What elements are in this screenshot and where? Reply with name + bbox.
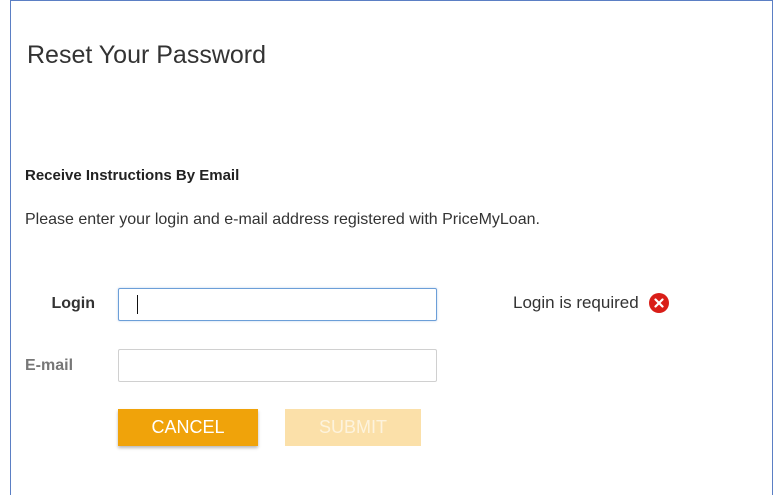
email-label: E-mail [25,357,74,374]
submit-button[interactable]: SUBMIT [285,409,421,446]
login-input[interactable] [118,288,437,321]
email-input[interactable] [118,349,437,382]
instructions-text: Please enter your login and e-mail addre… [25,211,540,228]
reset-password-dialog: Reset Your Password Receive Instructions… [10,0,773,495]
login-label: Login [51,295,95,312]
login-validation: Login is required [513,293,669,313]
page-title: Reset Your Password [27,41,267,69]
section-subheading: Receive Instructions By Email [25,167,240,184]
cancel-button[interactable]: CANCEL [118,409,258,446]
validation-message: Login is required [513,293,639,312]
text-cursor [137,295,138,314]
error-circle-x-icon [648,293,669,313]
